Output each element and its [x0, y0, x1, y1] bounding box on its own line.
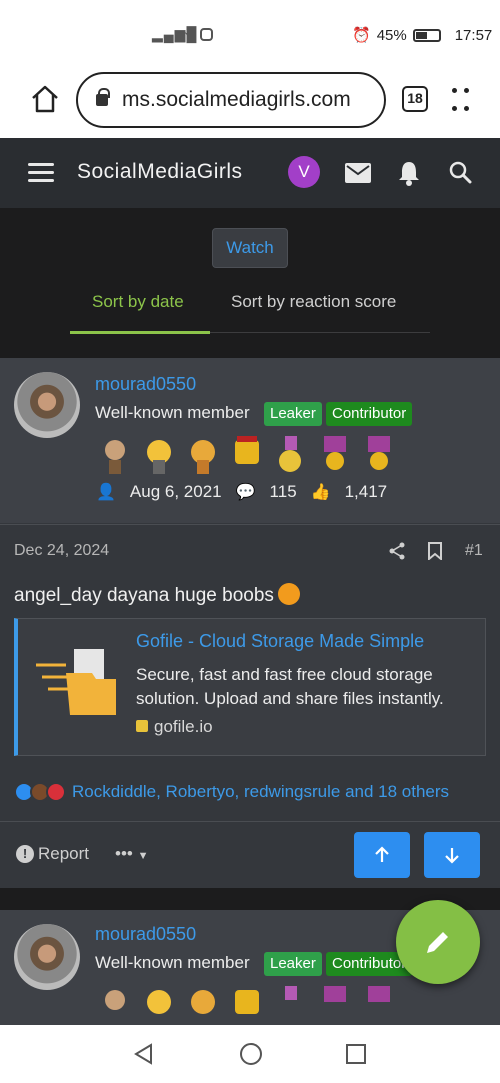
- recents-icon[interactable]: [346, 1044, 366, 1064]
- lock-icon: [96, 88, 110, 106]
- trophy-icon[interactable]: [144, 436, 174, 476]
- joined-date: Aug 6, 2021: [129, 482, 222, 501]
- alarm-icon: ⏰: [352, 27, 371, 44]
- signal-icon: ▂▄▆█: [152, 26, 198, 42]
- home-nav-icon[interactable]: [239, 1042, 263, 1066]
- trophy-icon[interactable]: [320, 436, 350, 476]
- url-text: ms.socialmediagirls.com: [122, 88, 351, 111]
- menu-dots-icon[interactable]: [452, 84, 472, 114]
- watch-button[interactable]: Watch: [212, 228, 288, 268]
- orange-emoji-icon: [277, 583, 300, 605]
- post-card: mourad0550 Well-known member Leaker Cont…: [0, 358, 500, 888]
- camera-status-icon: [200, 28, 213, 41]
- tab-sort-by-date[interactable]: Sort by date: [92, 292, 184, 312]
- trophy-icon[interactable]: [232, 436, 262, 476]
- reactions-summary[interactable]: Rockdiddle, Robertyo, redwingsrule and 1…: [14, 782, 449, 802]
- embed-description: Secure, fast and fast free cloud storage…: [136, 665, 444, 708]
- mail-icon[interactable]: [345, 163, 371, 183]
- trophy-icon[interactable]: [364, 986, 394, 1025]
- divider: [0, 821, 500, 822]
- bell-icon[interactable]: [397, 160, 421, 186]
- user-title: Well-known member: [95, 953, 250, 972]
- clock: 17:57: [454, 26, 493, 44]
- leaker-badge: Leaker: [264, 952, 322, 976]
- arrow-up-icon: [375, 846, 389, 862]
- search-icon[interactable]: [448, 160, 472, 184]
- scroll-up-button[interactable]: [354, 832, 410, 878]
- site-logo[interactable]: SocialMediaGirls: [77, 160, 243, 184]
- bookmark-icon[interactable]: [428, 542, 442, 560]
- trophy-icon[interactable]: [320, 986, 350, 1025]
- favicon-icon: [136, 720, 148, 732]
- home-icon[interactable]: [30, 84, 60, 114]
- trophy-icon[interactable]: [232, 986, 262, 1025]
- reaction-score: 1,417: [344, 482, 388, 501]
- browser-toolbar: ms.socialmediagirls.com 18: [0, 62, 500, 138]
- trophy-icon[interactable]: [188, 436, 218, 476]
- user-stats: 👤 Aug 6, 2021 💬 115 👍 1,417: [96, 482, 387, 502]
- dislike-reaction-icon: [46, 782, 66, 802]
- username-link[interactable]: mourad0550: [95, 924, 196, 945]
- battery-icon: [412, 28, 441, 42]
- hamburger-menu-icon[interactable]: [28, 163, 54, 183]
- messages-icon: 💬: [235, 484, 256, 501]
- post-body: angel_day dayana huge boobs: [14, 583, 300, 607]
- embed-site: gofile.io: [136, 717, 213, 737]
- tab-sort-by-reaction[interactable]: Sort by reaction score: [231, 292, 396, 312]
- divider: [0, 524, 500, 525]
- battery-percent: 45%: [376, 26, 407, 44]
- trophy-icon[interactable]: [144, 986, 174, 1025]
- back-icon[interactable]: [133, 1043, 153, 1065]
- share-icon[interactable]: [388, 542, 406, 560]
- trophy-icon[interactable]: [100, 436, 130, 476]
- username-link[interactable]: mourad0550: [95, 374, 196, 395]
- user-avatar[interactable]: V: [288, 156, 320, 188]
- pencil-icon: [427, 932, 448, 953]
- message-count: 115: [269, 482, 297, 501]
- thread-controls: Watch Sort by date Sort by reaction scor…: [0, 208, 500, 358]
- site-header: SocialMediaGirls V: [0, 138, 500, 208]
- avatar[interactable]: [14, 924, 80, 990]
- system-nav-bar: [0, 1025, 500, 1083]
- trophy-icon[interactable]: [276, 986, 306, 1025]
- trophy-icon[interactable]: [276, 436, 306, 476]
- active-tab-indicator: [70, 331, 210, 334]
- wifi-icon: ◠: [176, 27, 189, 43]
- user-title: Well-known member: [95, 403, 250, 422]
- post-date[interactable]: Dec 24, 2024: [14, 542, 109, 560]
- scroll-down-button[interactable]: [424, 832, 480, 878]
- leaker-badge: Leaker: [264, 402, 322, 426]
- new-post-button[interactable]: [396, 900, 480, 984]
- chevron-down-icon: ▼: [137, 850, 149, 862]
- link-preview[interactable]: Gofile - Cloud Storage Made Simple Secur…: [14, 618, 486, 756]
- arrow-down-icon: [445, 848, 459, 864]
- report-icon: !: [16, 845, 34, 863]
- tab-count-button[interactable]: 18: [402, 86, 428, 112]
- embed-site-name: gofile.io: [154, 717, 213, 736]
- folder-icon: [36, 649, 116, 715]
- user-icon: 👤: [96, 484, 116, 501]
- post-text: angel_day dayana huge boobs: [14, 585, 274, 606]
- trophy-icon[interactable]: [188, 986, 218, 1025]
- reaction-users[interactable]: Rockdiddle, Robertyo, redwingsrule and 1…: [72, 782, 449, 802]
- trophy-icon[interactable]: [100, 986, 130, 1025]
- report-label: Report: [38, 844, 90, 863]
- contributor-badge: Contributor: [326, 402, 413, 426]
- avatar[interactable]: [14, 372, 80, 438]
- more-options-button[interactable]: ••• ▼: [115, 844, 148, 864]
- more-dots: •••: [115, 844, 133, 863]
- status-right: ⏰ 45% 17:57: [352, 26, 493, 45]
- url-field[interactable]: ms.socialmediagirls.com: [76, 72, 386, 128]
- thumbs-up-icon: 👍: [310, 484, 331, 501]
- embed-title[interactable]: Gofile - Cloud Storage Made Simple: [136, 631, 424, 652]
- trophy-icon[interactable]: [364, 436, 394, 476]
- post-number[interactable]: #1: [465, 542, 483, 560]
- report-button[interactable]: ! Report: [16, 844, 89, 864]
- post-user-info: mourad0550 Well-known member Leaker Cont…: [0, 358, 500, 523]
